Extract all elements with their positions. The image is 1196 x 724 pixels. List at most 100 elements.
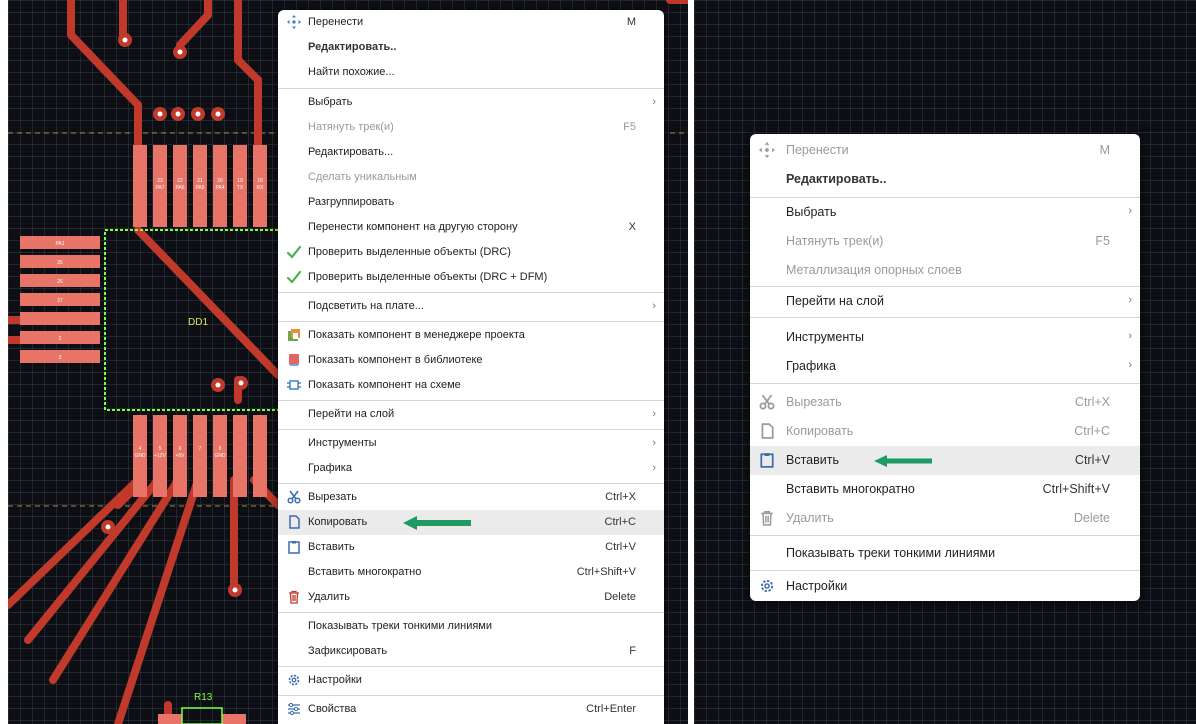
- pad-number: 4: [139, 446, 142, 452]
- menu-item-settings[interactable]: Настройки: [750, 572, 1140, 601]
- menu-item-tools[interactable]: Инструменты ›: [278, 431, 664, 456]
- menu-label: Перенести: [308, 16, 364, 28]
- menu-label: Настройки: [786, 579, 848, 593]
- menu-item-show-in-schematic[interactable]: Показать компонент на схеме: [278, 373, 664, 398]
- menu-label: Вырезать: [308, 491, 357, 503]
- chevron-right-icon: ›: [652, 462, 656, 474]
- menu-separator: [278, 612, 664, 613]
- menu-label: Редактировать..: [308, 41, 397, 53]
- menu-item-plane-metallization[interactable]: Металлизация опорных слоев: [750, 256, 1140, 285]
- pad-number: 20: [217, 178, 223, 184]
- menu-separator: [278, 483, 664, 484]
- menu-item-cut[interactable]: Вырезать Ctrl+X: [750, 388, 1140, 417]
- menu-item-lock[interactable]: Зафиксировать F: [278, 639, 664, 664]
- pad-label: 3: [59, 355, 62, 361]
- copy-icon: [759, 423, 775, 439]
- menu-label: Выбрать: [308, 96, 353, 108]
- menu-shortcut: Ctrl+V: [1074, 453, 1110, 467]
- menu-label: Перенести: [786, 143, 849, 157]
- menu-item-tools[interactable]: Инструменты ›: [750, 323, 1140, 352]
- menu-shortcut: F5: [1095, 234, 1110, 248]
- menu-shortcut: Ctrl+Shift+V: [1042, 482, 1110, 496]
- bottom-pad-row: 4GND5+12V6+5V7 8GND: [133, 415, 267, 497]
- menu-label: Проверить выделенные объекты (DRC): [308, 246, 511, 258]
- chevron-right-icon: ›: [1128, 205, 1132, 217]
- menu-item-graphics[interactable]: Графика ›: [278, 456, 664, 481]
- menu-item-delete[interactable]: Удалить Delete: [278, 585, 664, 610]
- menu-item-show-in-project-manager[interactable]: Показать компонент в менеджере проекта: [278, 323, 664, 348]
- menu-item-thin-tracks[interactable]: Показывать треки тонкими линиями: [750, 539, 1140, 568]
- pad-net: RX: [257, 185, 265, 191]
- menu-item-select[interactable]: Выбрать ›: [278, 90, 664, 115]
- menu-label: Выбрать: [786, 205, 837, 219]
- menu-label: Разгруппировать: [308, 196, 395, 208]
- menu-item-delete[interactable]: Удалить Delete: [750, 504, 1140, 533]
- menu-separator: [278, 666, 664, 667]
- menu-separator: [750, 317, 1140, 318]
- menu-item-graphics[interactable]: Графика ›: [750, 352, 1140, 381]
- menu-item-make-unique[interactable]: Сделать уникальным: [278, 165, 664, 190]
- pad-number: 18: [257, 178, 263, 184]
- menu-label: Удалить: [308, 591, 350, 603]
- menu-item-check-drc-dfm[interactable]: Проверить выделенные объекты (DRC + DFM): [278, 265, 664, 290]
- menu-item-copy[interactable]: Копировать Ctrl+C: [750, 417, 1140, 446]
- pad-net: TX: [237, 185, 244, 191]
- left-pcb-canvas[interactable]: 23 PA7 22 PA6 21 PA5 20 PA4 19 TX 18 RX PA1 25 26 27 2 3…: [8, 0, 688, 724]
- clipboard-icon: [759, 452, 775, 468]
- menu-shortcut: Ctrl+V: [605, 541, 636, 553]
- menu-item-edit-selected[interactable]: Редактировать..: [278, 35, 664, 60]
- menu-label: Вставить: [308, 541, 355, 553]
- menu-label: Металлизация опорных слоев: [786, 263, 962, 277]
- menu-item-edit-selected[interactable]: Редактировать..: [750, 165, 1140, 194]
- pad: [233, 415, 247, 497]
- right-pcb-canvas[interactable]: Перенести M Редактировать.. Выбрать › На…: [694, 0, 1196, 724]
- menu-item-stretch-tracks[interactable]: Натянуть трек(и) F5: [750, 227, 1140, 256]
- menu-item-stretch-tracks[interactable]: Натянуть трек(и) F5: [278, 115, 664, 140]
- menu-item-show-in-library[interactable]: Показать компонент в библиотеке: [278, 348, 664, 373]
- menu-separator: [278, 321, 664, 322]
- menu-label: Вставить: [786, 453, 839, 467]
- menu-label: Редактировать..: [786, 172, 887, 186]
- menu-item-go-to-layer[interactable]: Перейти на слой ›: [278, 402, 664, 427]
- menu-label: Найти похожие...: [308, 66, 395, 78]
- menu-item-find-similar[interactable]: Найти похожие...: [278, 60, 664, 85]
- menu-item-cut[interactable]: Вырезать Ctrl+X: [278, 485, 664, 510]
- menu-item-move[interactable]: Перенести M: [750, 136, 1140, 165]
- pad-number: 21: [197, 178, 203, 184]
- gear-icon: [759, 578, 775, 594]
- menu-item-paste-multiple[interactable]: Вставить многократно Ctrl+Shift+V: [278, 560, 664, 585]
- menu-item-paste[interactable]: Вставить Ctrl+V: [750, 446, 1140, 475]
- chevron-right-icon: ›: [652, 408, 656, 420]
- scissors-icon: [286, 489, 302, 505]
- menu-shortcut: Delete: [1073, 511, 1110, 525]
- menu-separator: [278, 88, 664, 89]
- menu-item-highlight-on-board[interactable]: Подсветить на плате... ›: [278, 294, 664, 319]
- menu-item-paste[interactable]: Вставить Ctrl+V: [278, 535, 664, 560]
- menu-item-check-drc[interactable]: Проверить выделенные объекты (DRC): [278, 240, 664, 265]
- menu-item-properties[interactable]: Свойства Ctrl+Enter: [278, 697, 664, 722]
- resistor-ref-label: R13: [194, 692, 213, 703]
- menu-item-flip-component[interactable]: Перенести компонент на другую сторону X: [278, 215, 664, 240]
- menu-label: Графика: [308, 462, 352, 474]
- project-manager-icon: [286, 327, 302, 343]
- checkmark-icon: [286, 244, 302, 260]
- pad-net: PA7: [155, 185, 164, 191]
- menu-item-settings[interactable]: Настройки: [278, 668, 664, 693]
- menu-label: Свойства: [308, 703, 357, 715]
- menu-label: Настройки: [308, 674, 362, 686]
- menu-item-select[interactable]: Выбрать ›: [750, 198, 1140, 227]
- menu-label: Показывать треки тонкими линиями: [786, 546, 996, 560]
- menu-label: Натянуть трек(и): [308, 121, 394, 133]
- chevron-right-icon: ›: [652, 300, 656, 312]
- menu-item-thin-tracks[interactable]: Показывать треки тонкими линиями: [278, 614, 664, 639]
- menu-item-ungroup[interactable]: Разгруппировать: [278, 190, 664, 215]
- menu-item-go-to-layer[interactable]: Перейти на слой ›: [750, 287, 1140, 316]
- menu-shortcut: Ctrl+Enter: [586, 703, 636, 715]
- menu-label: Копировать: [308, 516, 368, 528]
- menu-item-move[interactable]: Перенести M: [278, 10, 664, 35]
- menu-label: Перенести компонент на другую сторону: [308, 221, 518, 233]
- menu-item-edit[interactable]: Редактировать...: [278, 140, 664, 165]
- menu-item-paste-multiple[interactable]: Вставить многократно Ctrl+Shift+V: [750, 475, 1140, 504]
- menu-label: Вставить многократно: [308, 566, 422, 578]
- move-icon: [286, 14, 302, 30]
